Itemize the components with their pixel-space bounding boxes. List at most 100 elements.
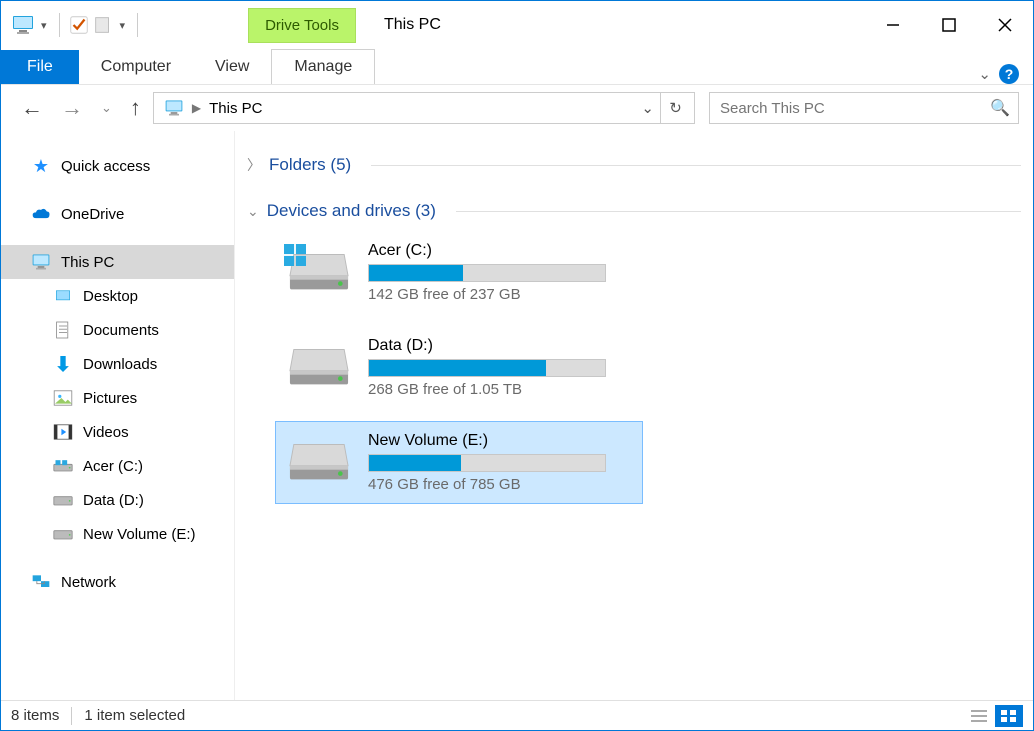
drive-free-text: 476 GB free of 785 GB — [368, 476, 630, 493]
breadcrumb-separator[interactable]: ▶ — [192, 101, 201, 115]
new-folder-icon[interactable] — [92, 14, 114, 36]
drive-info: New Volume (E:) 476 GB free of 785 GB — [368, 432, 630, 493]
sidebar-item-label: New Volume (E:) — [83, 526, 196, 543]
drive-card-c[interactable]: Acer (C:) 142 GB free of 237 GB — [275, 231, 643, 314]
address-icon — [164, 98, 184, 118]
window-title: This PC — [384, 16, 441, 34]
tab-computer[interactable]: Computer — [79, 50, 193, 84]
qat-dropdown-icon[interactable]: ▾ — [37, 15, 51, 36]
sidebar-network[interactable]: Network — [1, 565, 234, 599]
body: ★ Quick access OneDrive This PC — [1, 131, 1033, 700]
ribbon-collapse-icon[interactable]: ⌄ — [978, 65, 991, 83]
tab-file[interactable]: File — [1, 50, 79, 84]
drive-free-text: 268 GB free of 1.05 TB — [368, 381, 630, 398]
windows-badge-icon — [284, 244, 306, 266]
qat-separator-2 — [137, 13, 138, 37]
group-drives[interactable]: ⌄ Devices and drives (3) — [247, 195, 1021, 227]
search-input[interactable] — [718, 99, 990, 118]
monitor-icon — [31, 252, 51, 272]
tab-manage[interactable]: Manage — [271, 49, 375, 84]
sidebar-item-label: This PC — [61, 254, 114, 271]
capacity-bar — [368, 264, 606, 282]
drive-icon — [288, 436, 350, 490]
properties-icon[interactable] — [68, 14, 90, 36]
minimize-button[interactable] — [865, 3, 921, 47]
close-button[interactable] — [977, 3, 1033, 47]
download-icon: ⬇ — [53, 354, 73, 374]
qat-separator — [59, 13, 60, 37]
drive-icon — [53, 456, 73, 476]
navigation-row: ← → ⌄ ↑ ▶ This PC ⌄ ↻ 🔍 — [1, 85, 1033, 131]
drive-free-text: 142 GB free of 237 GB — [368, 286, 630, 303]
drive-card-e[interactable]: New Volume (E:) 476 GB free of 785 GB — [275, 421, 643, 504]
window-controls — [865, 3, 1033, 47]
drive-icon — [53, 490, 73, 510]
group-label: Devices and drives (3) — [267, 201, 436, 221]
tab-view[interactable]: View — [193, 50, 271, 84]
breadcrumb-thispc[interactable]: This PC — [203, 100, 268, 117]
quick-access-toolbar: ▾ ▾ — [7, 13, 148, 37]
drive-icon — [53, 524, 73, 544]
sidebar-onedrive[interactable]: OneDrive — [1, 197, 234, 231]
sidebar-drive-c[interactable]: Acer (C:) — [1, 449, 234, 483]
sidebar-drive-e[interactable]: New Volume (E:) — [1, 517, 234, 551]
search-box[interactable]: 🔍 — [709, 92, 1019, 124]
navigation-pane: ★ Quick access OneDrive This PC — [1, 131, 235, 700]
status-selection: 1 item selected — [84, 707, 185, 724]
sidebar-desktop[interactable]: Desktop — [1, 279, 234, 313]
qat-customize-icon[interactable]: ▾ — [116, 15, 130, 36]
recent-locations-icon[interactable]: ⌄ — [95, 100, 118, 116]
status-separator — [71, 707, 72, 725]
pictures-icon — [53, 388, 73, 408]
explorer-window: ▾ ▾ Drive Tools This PC File Computer Vi… — [0, 0, 1034, 731]
sidebar-quick-access[interactable]: ★ Quick access — [1, 149, 234, 183]
details-view-button[interactable] — [965, 705, 993, 727]
sidebar-videos[interactable]: Videos — [1, 415, 234, 449]
group-folders[interactable]: 〉 Folders (5) — [247, 149, 1021, 181]
chevron-down-icon: ⌄ — [247, 203, 259, 220]
sidebar-item-label: Videos — [83, 424, 129, 441]
back-button[interactable]: ← — [15, 95, 49, 121]
forward-button[interactable]: → — [55, 95, 89, 121]
sidebar-pictures[interactable]: Pictures — [1, 381, 234, 415]
address-dropdown-icon[interactable]: ⌄ — [635, 99, 660, 117]
group-label: Folders (5) — [269, 155, 351, 175]
drive-name: New Volume (E:) — [368, 432, 630, 450]
sidebar-drive-d[interactable]: Data (D:) — [1, 483, 234, 517]
drive-name: Acer (C:) — [368, 242, 630, 260]
star-icon: ★ — [31, 156, 51, 176]
sidebar-item-label: Downloads — [83, 356, 157, 373]
help-icon[interactable]: ? — [999, 64, 1019, 84]
drive-name: Data (D:) — [368, 337, 630, 355]
drive-card-d[interactable]: Data (D:) 268 GB free of 1.05 TB — [275, 326, 643, 409]
status-item-count: 8 items — [11, 707, 59, 724]
sidebar-item-label: Network — [61, 574, 116, 591]
sidebar-this-pc[interactable]: This PC — [1, 245, 234, 279]
capacity-bar — [368, 359, 606, 377]
sidebar-documents[interactable]: Documents — [1, 313, 234, 347]
documents-icon — [53, 320, 73, 340]
tiles-view-button[interactable] — [995, 705, 1023, 727]
search-icon[interactable]: 🔍 — [990, 98, 1010, 118]
title-bar: ▾ ▾ Drive Tools This PC — [1, 1, 1033, 49]
network-icon — [31, 572, 51, 592]
drive-icon — [288, 246, 350, 300]
thispc-icon — [11, 13, 35, 37]
capacity-bar — [368, 454, 606, 472]
ribbon-tabs: File Computer View Manage ⌄ ? — [1, 49, 1033, 85]
refresh-button[interactable]: ↻ — [660, 93, 690, 123]
videos-icon — [53, 422, 73, 442]
sidebar-downloads[interactable]: ⬇ Downloads — [1, 347, 234, 381]
up-button[interactable]: ↑ — [124, 95, 147, 121]
sidebar-item-label: Acer (C:) — [83, 458, 143, 475]
divider — [456, 211, 1021, 212]
maximize-button[interactable] — [921, 3, 977, 47]
sidebar-item-label: Desktop — [83, 288, 138, 305]
drive-tools-tab[interactable]: Drive Tools — [248, 8, 356, 43]
address-bar[interactable]: ▶ This PC ⌄ ↻ — [153, 92, 695, 124]
drive-info: Data (D:) 268 GB free of 1.05 TB — [368, 337, 630, 398]
status-bar: 8 items 1 item selected — [1, 700, 1033, 730]
drive-icon — [288, 341, 350, 395]
drive-info: Acer (C:) 142 GB free of 237 GB — [368, 242, 630, 303]
desktop-icon — [53, 286, 73, 306]
